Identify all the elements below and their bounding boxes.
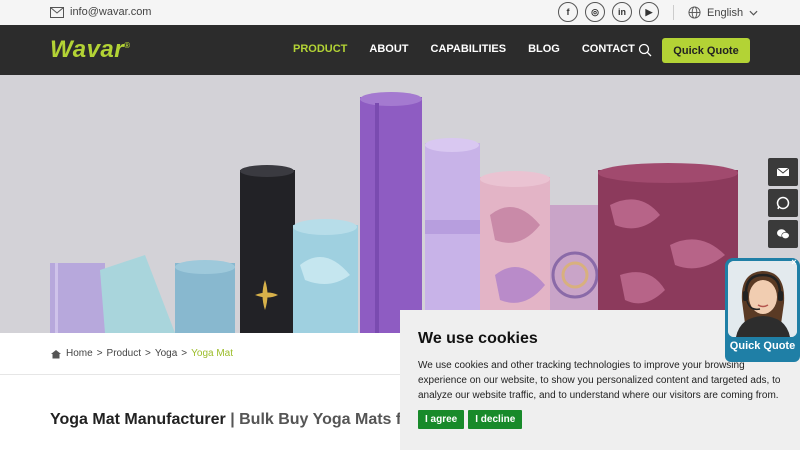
decline-button[interactable]: I decline [468,410,523,429]
nav-item-blog[interactable]: BLOG [528,43,560,55]
close-icon[interactable]: × [789,257,799,267]
breadcrumb-separator: > [96,348,103,359]
top-bar: info@wavar.com f ◎ in ▶ English [0,0,800,25]
page-title-sub: | Bulk Buy Yoga Mats fro [230,411,418,428]
social-links: f ◎ in ▶ [558,2,659,22]
nav-menu: PRODUCT ABOUT CAPABILITIES BLOG CONTACT [293,43,635,55]
side-wechat-button[interactable] [768,220,798,248]
logo[interactable]: Wavar® [50,36,131,64]
nav-item-about[interactable]: ABOUT [369,43,408,55]
main-navigation: Wavar® PRODUCT ABOUT CAPABILITIES BLOG C… [0,25,800,75]
quick-quote-button[interactable]: Quick Quote [662,38,750,63]
agree-button[interactable]: I agree [418,410,465,429]
home-icon [51,349,61,358]
page-title: Yoga Mat Manufacturer | Bulk Buy Yoga Ma… [50,411,417,429]
wechat-icon [777,229,790,240]
nav-item-capabilities[interactable]: CAPABILITIES [431,43,507,55]
language-selector[interactable]: English [688,6,758,19]
instagram-icon[interactable]: ◎ [585,2,605,22]
hero-banner [0,75,800,333]
page: info@wavar.com f ◎ in ▶ English Wavar® P… [0,0,800,450]
yoga-mats-image [0,75,800,333]
globe-icon [688,6,701,19]
agent-avatar [728,261,797,337]
side-whatsapp-button[interactable] [768,189,798,217]
email-text: info@wavar.com [70,6,152,18]
side-email-button[interactable] [768,158,798,186]
nav-item-product[interactable]: PRODUCT [293,43,347,55]
facebook-icon[interactable]: f [558,2,578,22]
chat-widget[interactable]: Quick Quote × [725,257,800,362]
search-icon[interactable] [638,43,652,57]
breadcrumb-current: Yoga Mat [191,348,234,359]
breadcrumb: Home > Product > Yoga > Yoga Mat [50,348,233,359]
whatsapp-icon [776,196,790,210]
chevron-down-icon [749,10,758,16]
email-link[interactable]: info@wavar.com [50,6,151,18]
breadcrumb-yoga[interactable]: Yoga [155,348,177,359]
cookie-text: We use cookies and other tracking techno… [418,360,781,401]
breadcrumb-product[interactable]: Product [107,348,141,359]
divider [673,5,674,20]
chat-label: Quick Quote [729,340,796,352]
mail-icon [50,6,64,18]
breadcrumb-separator: > [145,348,151,359]
youtube-icon[interactable]: ▶ [639,2,659,22]
cookie-actions: I agree I decline [418,410,782,429]
breadcrumb-home[interactable]: Home [66,348,93,359]
page-title-main: Yoga Mat Manufacturer [50,411,226,428]
nav-item-contact[interactable]: CONTACT [582,43,635,55]
breadcrumb-separator: > [181,348,188,359]
language-label: English [707,6,744,19]
linkedin-icon[interactable]: in [612,2,632,22]
email-icon [776,167,790,176]
